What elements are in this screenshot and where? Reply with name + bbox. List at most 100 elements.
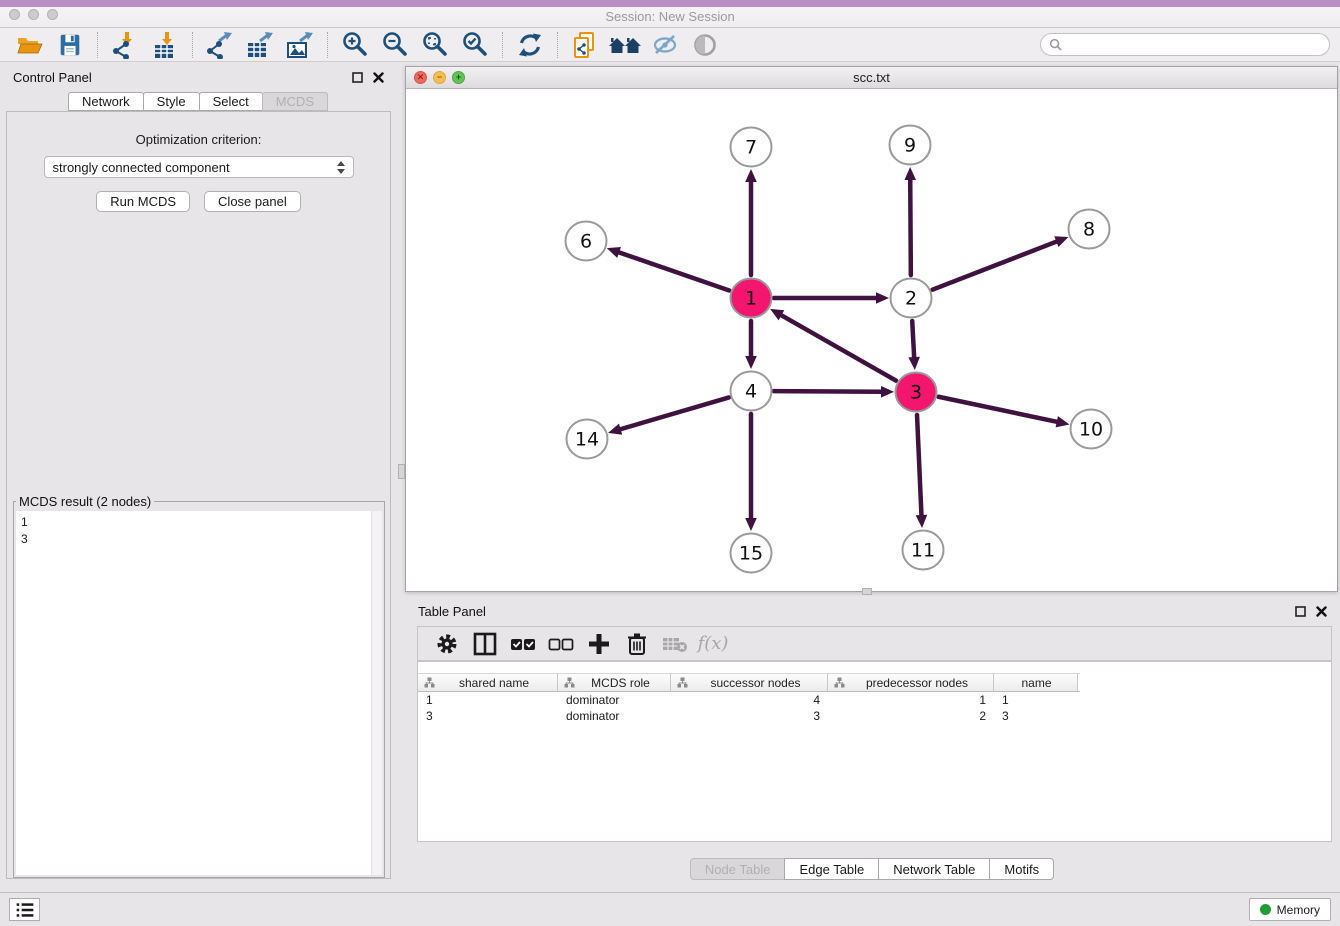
network-overview-button[interactable] bbox=[605, 30, 645, 60]
table-cell[interactable]: 2 bbox=[828, 709, 994, 723]
zoom-selected-button[interactable] bbox=[455, 30, 495, 60]
edge-4-14[interactable] bbox=[619, 397, 729, 429]
zoom-in-button[interactable] bbox=[335, 30, 375, 60]
network-canvas[interactable]: 7 9 6 8 1 2 4 3 14 10 15 11 bbox=[406, 89, 1337, 591]
table-tab-node-table[interactable]: Node Table bbox=[690, 858, 786, 880]
minimize-window-button[interactable] bbox=[28, 9, 39, 20]
maximize-network-button[interactable]: + bbox=[452, 71, 465, 84]
edge-2-3[interactable] bbox=[912, 321, 914, 359]
zoom-fit-button[interactable] bbox=[415, 30, 455, 60]
column-header-mcds-role[interactable]: MCDS role bbox=[558, 674, 671, 691]
task-history-button[interactable] bbox=[9, 898, 40, 921]
network-window-title: scc.txt bbox=[853, 70, 890, 85]
network-window-controls[interactable]: ✕ − + bbox=[414, 71, 465, 84]
import-table-button[interactable] bbox=[145, 30, 185, 60]
graph-node-3[interactable]: 3 bbox=[896, 373, 937, 412]
apply-layout-button[interactable] bbox=[510, 30, 550, 60]
save-session-button[interactable] bbox=[50, 30, 90, 60]
table-tab-motifs[interactable]: Motifs bbox=[989, 858, 1054, 880]
vertical-splitter-handle[interactable] bbox=[398, 464, 405, 479]
export-network-button[interactable] bbox=[200, 30, 240, 60]
horizontal-splitter-handle[interactable] bbox=[862, 588, 872, 595]
table-row[interactable]: 1dominator411 bbox=[418, 692, 1331, 708]
table-tab-network-table[interactable]: Network Table bbox=[878, 858, 990, 880]
graph-node-10[interactable]: 10 bbox=[1071, 410, 1112, 449]
control-tab-network[interactable]: Network bbox=[68, 92, 144, 111]
edge-2-9[interactable] bbox=[910, 178, 911, 275]
export-table-button[interactable] bbox=[240, 30, 280, 60]
close-panel-icon[interactable] bbox=[373, 72, 384, 83]
close-panel-button[interactable]: Close panel bbox=[204, 191, 301, 212]
close-table-panel-icon[interactable] bbox=[1316, 606, 1327, 617]
node-table[interactable]: shared nameMCDS rolesuccessor nodesprede… bbox=[417, 661, 1332, 842]
export-image-button[interactable] bbox=[280, 30, 320, 60]
edge-3-11[interactable] bbox=[917, 415, 922, 517]
network-graph[interactable]: 7 9 6 8 1 2 4 3 14 10 15 11 bbox=[406, 89, 1337, 591]
graph-node-14[interactable]: 14 bbox=[567, 420, 608, 459]
edge-1-6[interactable] bbox=[617, 252, 729, 291]
mcds-result-area[interactable]: 1 3 bbox=[16, 511, 382, 875]
graph-node-7[interactable]: 7 bbox=[731, 128, 772, 167]
table-cell[interactable]: 3 bbox=[994, 709, 1078, 723]
graph-node-11[interactable]: 11 bbox=[903, 531, 944, 570]
unselect-all-columns-button[interactable] bbox=[542, 629, 580, 659]
criterion-select[interactable]: strongly connected component bbox=[44, 156, 354, 178]
float-table-panel-icon[interactable] bbox=[1295, 606, 1306, 617]
run-mcds-button[interactable]: Run MCDS bbox=[96, 191, 190, 212]
open-session-button[interactable] bbox=[10, 30, 50, 60]
graph-node-9[interactable]: 9 bbox=[890, 126, 931, 165]
graph-node-8[interactable]: 8 bbox=[1069, 210, 1110, 249]
control-tab-select[interactable]: Select bbox=[199, 92, 263, 111]
open-folder-icon bbox=[16, 32, 44, 58]
zoom-out-button[interactable] bbox=[375, 30, 415, 60]
table-cell[interactable]: 1 bbox=[828, 693, 994, 707]
memory-button[interactable]: Memory bbox=[1249, 898, 1331, 921]
close-window-button[interactable] bbox=[9, 9, 20, 20]
edge-3-1[interactable] bbox=[780, 314, 896, 380]
column-header-successor-nodes[interactable]: successor nodes bbox=[671, 674, 828, 691]
table-settings-button[interactable] bbox=[428, 629, 466, 659]
select-all-columns-button[interactable] bbox=[504, 629, 542, 659]
clone-network-button[interactable] bbox=[565, 30, 605, 60]
close-network-button[interactable]: ✕ bbox=[414, 71, 427, 84]
delete-column-button[interactable] bbox=[618, 629, 656, 659]
search-box[interactable] bbox=[1040, 33, 1330, 56]
import-network-button[interactable] bbox=[105, 30, 145, 60]
table-tab-edge-table[interactable]: Edge Table bbox=[784, 858, 879, 880]
edge-2-8[interactable] bbox=[932, 241, 1058, 290]
hierarchy-sort-icon bbox=[834, 677, 845, 688]
control-tab-style[interactable]: Style bbox=[143, 92, 200, 111]
table-cell[interactable]: dominator bbox=[558, 709, 671, 723]
mcds-panel: Optimization criterion: strongly connect… bbox=[6, 111, 391, 879]
graph-node-4[interactable]: 4 bbox=[731, 372, 772, 411]
create-column-button[interactable] bbox=[580, 629, 618, 659]
minimize-network-button[interactable]: − bbox=[433, 71, 446, 84]
table-cell[interactable]: 3 bbox=[418, 709, 558, 723]
hide-graphics-button[interactable] bbox=[645, 30, 685, 60]
float-panel-icon[interactable] bbox=[352, 72, 363, 83]
column-header-predecessor-nodes[interactable]: predecessor nodes bbox=[828, 674, 994, 691]
edge-3-10[interactable] bbox=[939, 397, 1059, 422]
table-cell[interactable]: 1 bbox=[418, 693, 558, 707]
show-column-panel-button[interactable] bbox=[466, 629, 504, 659]
result-scrollbar[interactable] bbox=[371, 511, 382, 875]
control-tab-mcds[interactable]: MCDS bbox=[262, 92, 328, 111]
search-input[interactable] bbox=[1068, 37, 1321, 53]
graph-node-6[interactable]: 6 bbox=[566, 222, 607, 261]
column-header-shared-name[interactable]: shared name bbox=[418, 674, 558, 691]
show-graphics-button[interactable] bbox=[685, 30, 725, 60]
table-cell[interactable]: 3 bbox=[671, 709, 828, 723]
table-cell[interactable]: dominator bbox=[558, 693, 671, 707]
network-window-titlebar[interactable]: ✕ − + scc.txt bbox=[406, 67, 1337, 89]
graph-node-15[interactable]: 15 bbox=[731, 534, 772, 573]
edge-4-3[interactable] bbox=[774, 391, 883, 392]
zoom-window-button[interactable] bbox=[47, 9, 58, 20]
graph-node-1[interactable]: 1 bbox=[731, 279, 772, 318]
window-controls[interactable] bbox=[9, 9, 58, 20]
table-cell[interactable]: 1 bbox=[994, 693, 1078, 707]
table-row[interactable]: 3dominator323 bbox=[418, 708, 1331, 724]
column-header-name[interactable]: name bbox=[994, 674, 1078, 691]
graph-node-2[interactable]: 2 bbox=[891, 279, 932, 318]
refresh-icon bbox=[517, 32, 543, 58]
table-cell[interactable]: 4 bbox=[671, 693, 828, 707]
